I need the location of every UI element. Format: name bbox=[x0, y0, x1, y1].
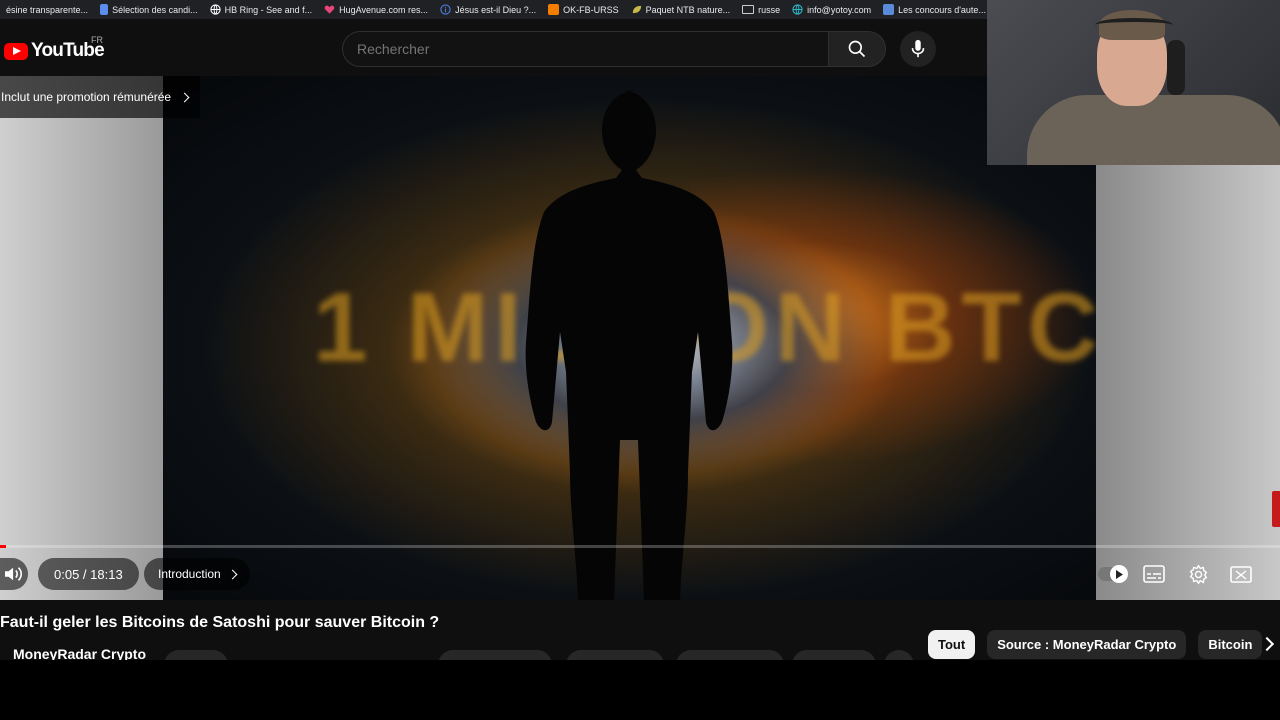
chip-bitcoin[interactable]: Bitcoin bbox=[1198, 630, 1263, 659]
bookmark-label: HugAvenue.com res... bbox=[339, 4, 429, 15]
image-icon bbox=[883, 4, 895, 15]
headphones-band bbox=[1095, 18, 1173, 32]
bookmark-label: info@yotoy.com bbox=[807, 4, 872, 15]
bookmark-0[interactable]: ésine transparente... bbox=[0, 0, 94, 19]
heart-icon bbox=[324, 5, 335, 14]
search-input[interactable] bbox=[342, 31, 828, 67]
promo-label: Inclut une promotion rémunérée bbox=[1, 90, 172, 104]
paid-promotion-notice[interactable]: Inclut une promotion rémunérée bbox=[0, 76, 200, 118]
download-button[interactable] bbox=[676, 650, 784, 660]
play-icon bbox=[1116, 569, 1123, 579]
bookmark-label: OK-FB-URSS bbox=[563, 4, 619, 15]
time-text: 0:05 / 18:13 bbox=[54, 566, 123, 582]
bookmark-2[interactable]: HB Ring - See and f... bbox=[204, 0, 319, 19]
leaf-icon bbox=[632, 5, 641, 14]
youtube-watch-page: ésine transparente... Sélection des cand… bbox=[0, 0, 1280, 720]
bookmark-label: russe bbox=[758, 4, 781, 15]
masthead: YouTube FR bbox=[0, 19, 1000, 76]
share-button[interactable] bbox=[566, 650, 664, 660]
chip-source[interactable]: Source : MoneyRadar Crypto bbox=[987, 630, 1187, 659]
like-dislike-button[interactable] bbox=[438, 650, 552, 660]
info-icon bbox=[440, 4, 451, 15]
chip-all[interactable]: Tout bbox=[928, 630, 976, 659]
webcam-person-body bbox=[1027, 95, 1280, 165]
bookmark-7[interactable]: russe bbox=[736, 0, 786, 19]
gear-icon bbox=[1189, 563, 1207, 585]
more-actions-button[interactable] bbox=[884, 650, 914, 660]
bookmarks-bar: ésine transparente... Sélection des cand… bbox=[0, 0, 1000, 19]
settings-button[interactable] bbox=[1180, 558, 1216, 590]
doc-icon bbox=[100, 4, 109, 15]
webcam-overlay bbox=[987, 0, 1280, 165]
search-button[interactable] bbox=[828, 31, 886, 67]
bookmark-5[interactable]: OK-FB-URSS bbox=[542, 0, 625, 19]
bookmark-label: ésine transparente... bbox=[6, 4, 89, 15]
bottom-black-bar bbox=[0, 660, 1280, 720]
bookmark-4[interactable]: Jésus est-il Dieu ?... bbox=[434, 0, 542, 19]
youtube-play-icon bbox=[4, 42, 28, 60]
chapter-button[interactable]: Introduction bbox=[144, 558, 250, 590]
bookmark-8[interactable]: info@yotoy.com bbox=[786, 0, 877, 19]
bookmark-label: HB Ring - See and f... bbox=[224, 4, 313, 15]
volume-icon bbox=[5, 567, 23, 581]
player-background-right bbox=[1096, 164, 1280, 600]
voice-search-button[interactable] bbox=[900, 31, 936, 67]
miniplayer-icon bbox=[1230, 565, 1252, 583]
silhouette-figure bbox=[525, 90, 733, 600]
video-frame[interactable]: 1 MILLION BTC bbox=[163, 76, 1096, 600]
subtitles-button[interactable] bbox=[1136, 558, 1172, 590]
video-title: Faut-il geler les Bitcoins de Satoshi po… bbox=[0, 614, 440, 631]
folder-icon bbox=[742, 5, 755, 14]
globe-icon bbox=[209, 4, 221, 15]
microphone-icon bbox=[911, 39, 925, 58]
bookmark-label: Paquet NTB nature... bbox=[645, 4, 731, 15]
bookmark-1[interactable]: Sélection des candi... bbox=[94, 0, 204, 19]
progress-bar[interactable] bbox=[0, 545, 1280, 548]
player-background-left bbox=[0, 76, 163, 600]
globe-icon bbox=[792, 4, 803, 15]
bookmark-6[interactable]: Paquet NTB nature... bbox=[625, 0, 737, 19]
country-code: FR bbox=[91, 35, 103, 45]
progress-played bbox=[0, 545, 6, 548]
subtitles-icon bbox=[1143, 565, 1165, 583]
related-chips: Tout Source : MoneyRadar Crypto Bitcoin bbox=[928, 630, 1263, 659]
subscribe-button[interactable] bbox=[164, 650, 228, 660]
autoplay-knob[interactable] bbox=[1110, 565, 1128, 583]
chapter-label: Introduction bbox=[158, 567, 221, 581]
chevron-right-icon bbox=[227, 569, 238, 579]
chevron-right-icon bbox=[179, 92, 190, 102]
video-info: Faut-il geler les Bitcoins de Satoshi po… bbox=[0, 600, 1280, 660]
search-icon bbox=[848, 40, 866, 58]
thanks-button[interactable] bbox=[792, 650, 876, 660]
bookmark-label: Sélection des candi... bbox=[112, 4, 198, 15]
youtube-logo[interactable]: YouTube bbox=[4, 40, 105, 62]
bookmark-3[interactable]: HugAvenue.com res... bbox=[318, 0, 434, 19]
miniplayer-button[interactable] bbox=[1223, 558, 1259, 590]
channel-name[interactable]: MoneyRadar Crypto bbox=[13, 646, 146, 660]
red-side-tag bbox=[1272, 491, 1280, 527]
headphones-earcup bbox=[1167, 40, 1185, 95]
bookmark-9[interactable]: Les concours d'aute... bbox=[877, 0, 992, 19]
blogger-icon bbox=[548, 4, 560, 15]
time-display: 0:05 / 18:13 bbox=[38, 558, 139, 590]
bookmark-label: Les concours d'aute... bbox=[898, 4, 986, 15]
bookmark-label: Jésus est-il Dieu ?... bbox=[455, 4, 537, 15]
